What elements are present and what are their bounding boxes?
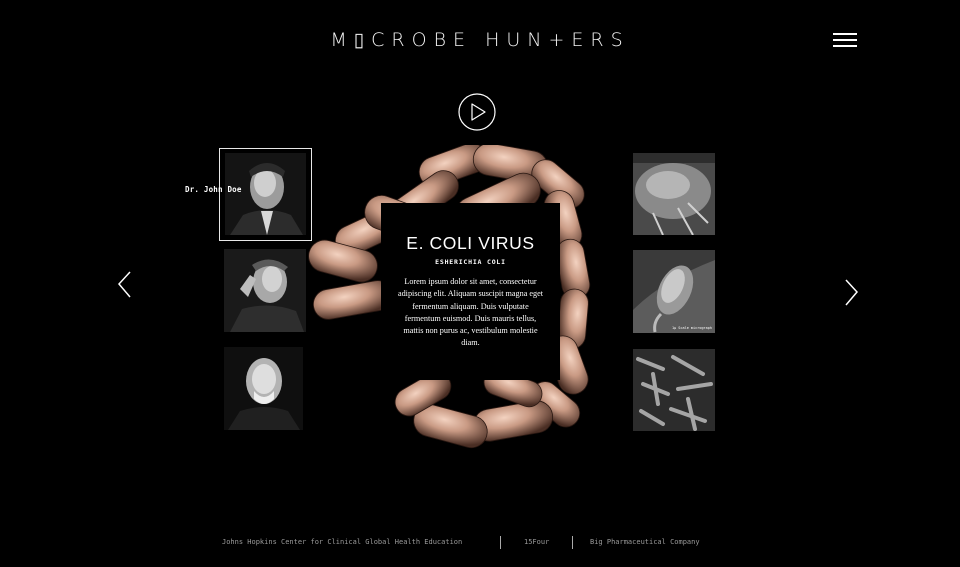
footer-link-big-pharma[interactable]: Big Pharmaceutical Company xyxy=(590,538,700,546)
footer-link-johns-hopkins[interactable]: Johns Hopkins Center for Clinical Global… xyxy=(222,538,462,546)
chevron-left-icon[interactable] xyxy=(116,270,134,300)
micrograph-thumbnail-3[interactable] xyxy=(633,349,715,431)
portrait-dr-john-doe[interactable] xyxy=(225,153,306,235)
footer-divider xyxy=(572,536,573,549)
micrograph-thumbnail-1[interactable] xyxy=(633,153,715,235)
footer: Johns Hopkins Center for Clinical Global… xyxy=(0,536,960,550)
play-icon[interactable] xyxy=(458,93,496,131)
thumbnail-caption: 1μ Scale micrograph xyxy=(671,326,712,330)
chevron-right-icon[interactable] xyxy=(842,278,860,308)
portrait-3[interactable] xyxy=(224,347,303,430)
site-logo[interactable]: M▯CROBE HUN+ERS xyxy=(0,29,960,51)
hamburger-menu-icon[interactable] xyxy=(833,33,857,49)
feature-subtitle: ESHERICHIA COLI xyxy=(435,258,506,266)
footer-link-15four[interactable]: 15Four xyxy=(524,538,549,546)
footer-divider xyxy=(500,536,501,549)
micrograph-thumbnail-2[interactable]: 1μ Scale micrograph xyxy=(633,250,715,333)
feature-title: E. COLI VIRUS xyxy=(406,233,535,253)
portrait-label: Dr. John Doe xyxy=(185,185,242,194)
feature-description: Lorem ipsum dolor sit amet, consectetur … xyxy=(397,277,544,348)
portrait-2[interactable] xyxy=(224,249,306,332)
feature-card: E. COLI VIRUS ESHERICHIA COLI Lorem ipsu… xyxy=(381,203,560,380)
